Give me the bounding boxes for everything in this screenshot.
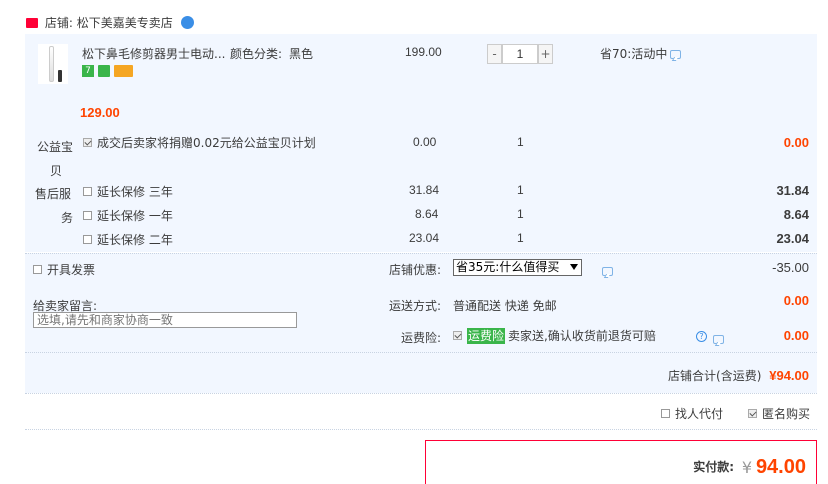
insurance-label: 运费险: [401, 331, 442, 345]
trimmer-image-icon [49, 46, 54, 82]
warranty-total: 23.04 [776, 231, 809, 246]
discount-info-icon[interactable] [601, 267, 613, 276]
warranty-price: 23.04 [409, 231, 440, 245]
item-final-price: 129.00 [80, 105, 120, 120]
shop-label: 店铺: [44, 16, 73, 30]
shipping-method: 普通配送 快递 免邮 [453, 299, 557, 313]
shop-subtotal: 店铺合计(含运费) ¥94.00 [668, 367, 809, 384]
warranty-option-2yr: 延长保修 二年 [83, 231, 173, 248]
quantity-increase-button[interactable]: + [538, 44, 553, 64]
chevron-down-icon [570, 264, 578, 270]
quantity-input[interactable]: 1 [502, 44, 538, 64]
charity-checkbox[interactable] [83, 138, 92, 147]
proxy-pay-checkbox[interactable] [661, 409, 670, 418]
sku-label: 颜色分类: [230, 47, 283, 61]
shipping-amount: 0.00 [783, 293, 809, 308]
warranty-1yr-checkbox[interactable] [83, 211, 92, 220]
insurance-option: 运费险 卖家送,确认收货前退货可赔 [453, 327, 656, 344]
discount-amount: -35.00 [772, 260, 809, 275]
discount-label: 店铺优惠: [389, 263, 442, 277]
warranty-option-name: 延长保修 三年 [97, 185, 173, 199]
anonymous-option: 匿名购买 [748, 405, 810, 422]
seller-message-input[interactable] [33, 312, 297, 328]
divider [25, 393, 817, 394]
payment-total: 实付款: ¥ 94.00 [693, 456, 806, 479]
credit-card-icon [113, 65, 133, 77]
insurance-checkbox[interactable] [453, 331, 462, 340]
payment-label: 实付款: [693, 460, 735, 474]
warranty-total: 31.84 [776, 183, 809, 198]
wangwang-chat-icon[interactable] [180, 16, 194, 29]
warranty-price: 31.84 [409, 183, 440, 197]
product-thumbnail[interactable] [38, 44, 68, 84]
warranty-option-3yr: 延长保修 三年 [83, 183, 173, 200]
quantity-decrease-button[interactable]: - [487, 44, 502, 64]
charity-price: 0.00 [413, 135, 437, 149]
discount-selected-value: 省35元:什么值得买 [456, 260, 560, 274]
invoice-option: 开具发票 [33, 261, 95, 278]
trimmer-cap-icon [58, 70, 62, 82]
warranty-qty: 1 [517, 231, 524, 245]
charity-text: 成交后卖家将捐赠0.02元给公益宝贝计划 [97, 136, 316, 150]
warranty-qty: 1 [517, 183, 524, 197]
help-question-icon[interactable]: ? [696, 331, 707, 342]
warranty-option-name: 延长保修 一年 [97, 209, 173, 223]
subtotal-amount: ¥94.00 [769, 368, 809, 383]
sku-value: 黑色 [289, 47, 314, 61]
charity-label-line1: 公益宝 [36, 140, 73, 154]
tmall-shop-icon [26, 17, 38, 28]
product-title-link[interactable]: 松下鼻毛修剪器男士电动... [82, 45, 225, 62]
charity-label-line2: 贝 [49, 164, 62, 178]
charity-total: 0.00 [783, 135, 809, 150]
service-badges: 7 [82, 65, 133, 77]
warranty-2yr-checkbox[interactable] [83, 235, 92, 244]
warranty-price: 8.64 [415, 207, 439, 221]
warranty-label-line2: 务 [60, 211, 73, 225]
unit-price: 199.00 [405, 45, 442, 59]
proxy-pay-option: 找人代付 [661, 405, 723, 422]
divider [25, 253, 817, 254]
insurance-tag: 运费险 [467, 328, 506, 344]
promo-info-icon[interactable] [670, 50, 681, 59]
subtotal-label: 店铺合计(含运费) [668, 369, 762, 383]
warranty-option-1yr: 延长保修 一年 [83, 207, 173, 224]
anonymous-checkbox[interactable] [748, 409, 757, 418]
divider [25, 352, 817, 353]
warranty-label-line1: 售后服 [35, 187, 72, 201]
warranty-label: 售后服 务 [35, 182, 75, 230]
shop-name-link[interactable]: 松下美嘉美专卖店 [77, 16, 173, 30]
charity-qty: 1 [517, 135, 524, 149]
insurance-chat-icon[interactable] [712, 335, 724, 344]
warranty-3yr-checkbox[interactable] [83, 187, 92, 196]
insurance-text: 卖家送,确认收货前退货可赔 [508, 329, 656, 343]
payment-currency: ¥ [741, 458, 753, 477]
shop-header: 店铺: 松下美嘉美专卖店 [26, 14, 194, 30]
payment-amount: 94.00 [755, 456, 806, 478]
shipping-label: 运送方式: [389, 299, 442, 313]
anonymous-label: 匿名购买 [762, 407, 811, 421]
charity-label: 公益宝 贝 [29, 135, 73, 183]
charity-option: 成交后卖家将捐赠0.02元给公益宝贝计划 [83, 135, 316, 151]
warranty-total: 8.64 [783, 207, 809, 222]
proxy-pay-label: 找人代付 [675, 407, 724, 421]
seven-day-return-icon: 7 [82, 65, 94, 77]
divider [25, 429, 817, 430]
warranty-option-name: 延长保修 二年 [97, 233, 173, 247]
invoice-checkbox[interactable] [33, 265, 42, 274]
insurance-amount: 0.00 [783, 328, 809, 343]
promo-text: 省70:活动中 [600, 47, 668, 61]
warranty-qty: 1 [517, 207, 524, 221]
guarantee-icon [97, 65, 110, 77]
invoice-label: 开具发票 [47, 263, 96, 277]
discount-select[interactable]: 省35元:什么值得买 [453, 259, 582, 276]
